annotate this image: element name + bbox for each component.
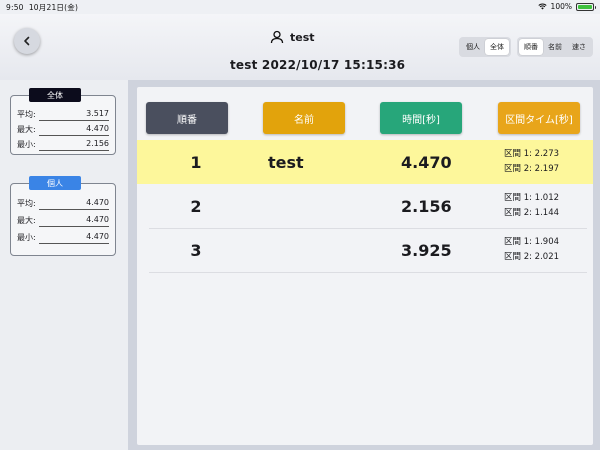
individual-max-row: 最大: 4.470 (17, 214, 109, 228)
status-right: 100% (537, 2, 596, 11)
sort-option-speed[interactable]: 速さ (567, 39, 591, 55)
scope-option-individual[interactable]: 個人 (461, 39, 485, 55)
table-row[interactable]: 1 test 4.470 区間 1: 2.273 区間 2: 2.197 (137, 140, 593, 184)
stats-sidebar: 全体 平均: 3.517 最大: 4.470 最小: 2.156 個人 平均: … (0, 80, 128, 450)
sort-option-order[interactable]: 順番 (519, 39, 543, 55)
overall-stats-box: 全体 平均: 3.517 最大: 4.470 最小: 2.156 (10, 88, 116, 155)
row-rank: 1 (190, 153, 202, 172)
split-1: 区間 1: 2.273 (504, 149, 560, 159)
row-name: test (268, 153, 304, 172)
row-rank: 3 (190, 241, 202, 260)
wifi-icon (537, 3, 547, 10)
scope-segmented-control: 個人 全体 (459, 37, 511, 57)
individual-average-row: 平均: 4.470 (17, 197, 109, 211)
stat-label: 平均: (17, 199, 36, 208)
overall-max-row: 最大: 4.470 (17, 123, 109, 137)
row-time: 4.470 (401, 153, 452, 172)
header-splits-button[interactable]: 区間タイム[秒] (498, 102, 580, 134)
stat-label: 平均: (17, 110, 36, 119)
split-2: 区間 2: 2.021 (504, 252, 560, 262)
header-time-button[interactable]: 時間[秒] (380, 102, 462, 134)
stat-label: 最大: (17, 125, 36, 134)
results-area: 順番 名前 時間[秒] 区間タイム[秒] 1 test 4.470 区間 1: … (128, 80, 600, 450)
back-button[interactable] (14, 28, 40, 54)
sort-segmented-control: 順番 名前 速さ (517, 37, 593, 57)
stat-value: 4.470 (86, 232, 109, 241)
stat-label: 最小: (17, 233, 36, 242)
stat-value: 3.517 (86, 109, 109, 118)
stat-value: 4.470 (86, 124, 109, 133)
header: test test 2022/10/17 15:15:36 個人 全体 順番 名… (0, 14, 600, 80)
split-2: 区間 2: 2.197 (504, 164, 560, 174)
overall-min-row: 最小: 2.156 (17, 138, 109, 152)
user-info: test (270, 30, 315, 44)
individual-min-row: 最小: 4.470 (17, 231, 109, 245)
header-name-button[interactable]: 名前 (263, 102, 345, 134)
chevron-left-icon (24, 36, 30, 46)
row-splits: 区間 1: 1.904 区間 2: 2.021 (504, 235, 559, 265)
status-time: 9:50 10月21日(金) (6, 3, 79, 12)
row-splits: 区間 1: 1.012 区間 2: 1.144 (504, 191, 559, 221)
split-1: 区間 1: 1.904 (504, 237, 560, 247)
header-order-button[interactable]: 順番 (146, 102, 228, 134)
stat-label: 最大: (17, 216, 36, 225)
split-2: 区間 2: 1.144 (504, 208, 560, 218)
row-time: 2.156 (401, 197, 452, 216)
overall-stats-title: 全体 (29, 88, 81, 102)
stat-label: 最小: (17, 140, 36, 149)
status-bar: 9:50 10月21日(金) 100% (0, 0, 600, 14)
table-row[interactable]: 3 3.925 区間 1: 1.904 区間 2: 2.021 (149, 228, 587, 273)
row-time: 3.925 (401, 241, 452, 260)
individual-stats-title: 個人 (29, 176, 81, 190)
individual-stats-box: 個人 平均: 4.470 最大: 4.470 最小: 4.470 (10, 176, 116, 256)
split-1: 区間 1: 1.012 (504, 193, 560, 203)
session-title: test 2022/10/17 15:15:36 (230, 58, 406, 72)
row-rank: 2 (190, 197, 202, 216)
stat-value: 4.470 (86, 198, 109, 207)
stat-value: 4.470 (86, 215, 109, 224)
battery-icon (576, 2, 596, 11)
person-icon (270, 30, 284, 44)
user-name: test (290, 30, 315, 44)
sort-option-name[interactable]: 名前 (543, 39, 567, 55)
row-splits: 区間 1: 2.273 区間 2: 2.197 (504, 147, 559, 177)
scope-option-all[interactable]: 全体 (485, 39, 509, 55)
stat-value: 2.156 (86, 139, 109, 148)
battery-percent: 100% (550, 2, 572, 11)
table-row[interactable]: 2 2.156 区間 1: 1.012 区間 2: 1.144 (149, 184, 587, 229)
results-panel: 順番 名前 時間[秒] 区間タイム[秒] 1 test 4.470 区間 1: … (137, 87, 593, 445)
overall-average-row: 平均: 3.517 (17, 108, 109, 122)
